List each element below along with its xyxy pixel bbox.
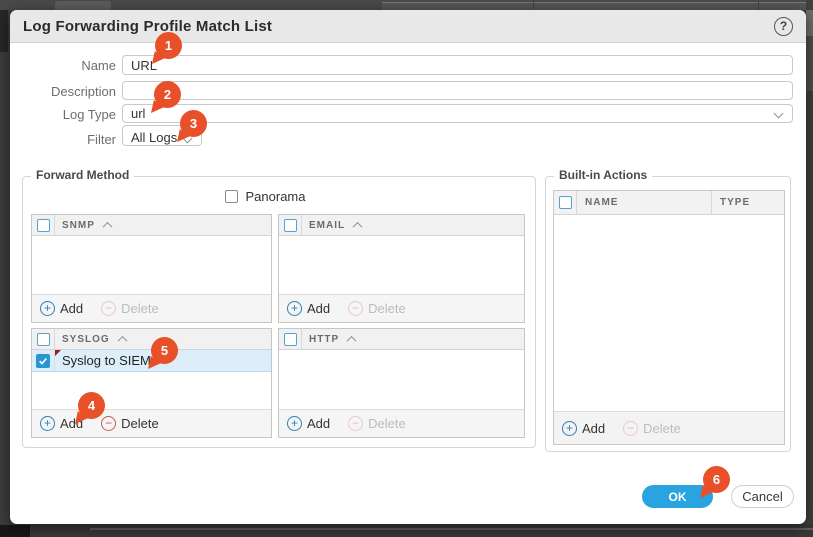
background-artifact bbox=[806, 36, 813, 91]
delete-icon bbox=[101, 416, 116, 431]
built-in-actions-table: NAME TYPE Add Delete bbox=[553, 190, 785, 445]
email-add-button[interactable]: Add bbox=[287, 301, 330, 316]
column-header-name[interactable]: NAME bbox=[577, 191, 712, 214]
background-artifact bbox=[55, 1, 111, 10]
name-label: Name bbox=[10, 55, 116, 75]
snmp-delete-button: Delete bbox=[101, 301, 159, 316]
delete-icon bbox=[101, 301, 116, 316]
http-panel-footer: Add Delete bbox=[279, 409, 524, 437]
email-panel-footer: Add Delete bbox=[279, 294, 524, 322]
add-icon bbox=[40, 416, 55, 431]
chevron-up-icon[interactable] bbox=[353, 221, 363, 231]
built-in-actions-delete-button: Delete bbox=[623, 421, 681, 436]
email-select-all-checkbox[interactable] bbox=[284, 219, 297, 232]
description-label: Description bbox=[10, 81, 116, 100]
http-list bbox=[279, 350, 524, 409]
annotation-badge-5: 5 bbox=[151, 337, 178, 364]
email-panel: EMAIL Add Delete bbox=[278, 214, 525, 323]
chevron-up-icon[interactable] bbox=[347, 335, 357, 345]
background-artifact bbox=[533, 2, 534, 10]
log-type-row: Log Type url bbox=[10, 104, 793, 123]
filter-label: Filter bbox=[10, 129, 116, 168]
log-forwarding-profile-match-list-dialog: Log Forwarding Profile Match List ? Name… bbox=[10, 10, 806, 524]
column-header-type[interactable]: TYPE bbox=[712, 191, 784, 214]
built-in-actions-add-button[interactable]: Add bbox=[562, 421, 605, 436]
annotation-badge-3: 3 bbox=[180, 110, 207, 137]
annotation-badge-1: 1 bbox=[155, 32, 182, 59]
chevron-down-icon[interactable] bbox=[773, 109, 783, 119]
panorama-checkbox[interactable] bbox=[225, 190, 238, 203]
description-input[interactable] bbox=[122, 81, 793, 100]
email-list bbox=[279, 236, 524, 294]
add-icon bbox=[40, 301, 55, 316]
background-artifact bbox=[90, 528, 813, 530]
delete-icon bbox=[348, 301, 363, 316]
add-icon bbox=[562, 421, 577, 436]
forward-method-legend: Forward Method bbox=[31, 168, 134, 182]
chevron-up-icon[interactable] bbox=[102, 221, 112, 231]
email-panel-title: EMAIL bbox=[309, 220, 345, 231]
syslog-select-all-checkbox[interactable] bbox=[37, 333, 50, 346]
syslog-delete-button[interactable]: Delete bbox=[101, 416, 159, 431]
snmp-panel-title: SNMP bbox=[62, 220, 95, 231]
background-artifact bbox=[0, 10, 8, 52]
name-input[interactable] bbox=[122, 55, 793, 75]
annotation-badge-4: 4 bbox=[78, 392, 105, 419]
http-panel-header: HTTP bbox=[279, 329, 524, 350]
http-select-all-checkbox[interactable] bbox=[284, 333, 297, 346]
built-in-actions-fieldset: Built-in Actions NAME TYPE Add Delete bbox=[545, 176, 791, 452]
background-artifact bbox=[758, 2, 759, 10]
filter-row: Filter All Logs bbox=[10, 129, 793, 168]
http-delete-button: Delete bbox=[348, 416, 406, 431]
annotation-badge-2: 2 bbox=[154, 81, 181, 108]
syslog-panel-footer: Add Delete bbox=[32, 409, 271, 437]
dialog-titlebar[interactable]: Log Forwarding Profile Match List ? bbox=[10, 10, 806, 43]
snmp-panel-footer: Add Delete bbox=[32, 294, 271, 322]
description-row: Description bbox=[10, 81, 793, 100]
chevron-up-icon[interactable] bbox=[117, 335, 127, 345]
snmp-list bbox=[32, 236, 271, 294]
checkmark-icon bbox=[38, 356, 48, 366]
filter-value: All Logs bbox=[131, 130, 177, 145]
http-add-button[interactable]: Add bbox=[287, 416, 330, 431]
built-in-actions-table-body bbox=[554, 215, 784, 411]
background-artifact bbox=[806, 10, 813, 36]
snmp-select-all-checkbox[interactable] bbox=[37, 219, 50, 232]
email-panel-header: EMAIL bbox=[279, 215, 524, 236]
syslog-panel-title: SYSLOG bbox=[62, 334, 110, 345]
delete-icon bbox=[348, 416, 363, 431]
name-row: Name bbox=[10, 55, 793, 75]
built-in-actions-select-all-checkbox[interactable] bbox=[559, 196, 572, 209]
log-type-label: Log Type bbox=[10, 104, 116, 123]
panorama-row: Panorama bbox=[9, 189, 521, 204]
email-delete-button: Delete bbox=[348, 301, 406, 316]
snmp-add-button[interactable]: Add bbox=[40, 301, 83, 316]
background-artifact bbox=[382, 2, 806, 10]
dialog-title: Log Forwarding Profile Match List bbox=[23, 18, 272, 35]
built-in-actions-table-header: NAME TYPE bbox=[554, 191, 784, 215]
http-panel-title: HTTP bbox=[309, 334, 339, 345]
snmp-panel-header: SNMP bbox=[32, 215, 271, 236]
modified-marker bbox=[55, 350, 61, 356]
delete-icon bbox=[623, 421, 638, 436]
built-in-actions-legend: Built-in Actions bbox=[554, 168, 652, 182]
add-icon bbox=[287, 416, 302, 431]
http-panel: HTTP Add Delete bbox=[278, 328, 525, 438]
help-icon[interactable]: ? bbox=[774, 17, 793, 36]
log-type-select[interactable]: url bbox=[122, 104, 793, 123]
built-in-actions-footer: Add Delete bbox=[554, 411, 784, 444]
annotation-badge-6: 6 bbox=[703, 466, 730, 493]
snmp-panel: SNMP Add Delete bbox=[31, 214, 272, 323]
log-type-value: url bbox=[131, 106, 145, 121]
cancel-button[interactable]: Cancel bbox=[731, 485, 794, 508]
syslog-to-siem-checkbox[interactable] bbox=[36, 354, 50, 368]
background-artifact bbox=[0, 525, 30, 537]
list-item-label: Syslog to SIEM bbox=[62, 353, 151, 368]
panorama-label: Panorama bbox=[246, 189, 306, 204]
add-icon bbox=[287, 301, 302, 316]
background-bottom-strip bbox=[0, 524, 813, 537]
